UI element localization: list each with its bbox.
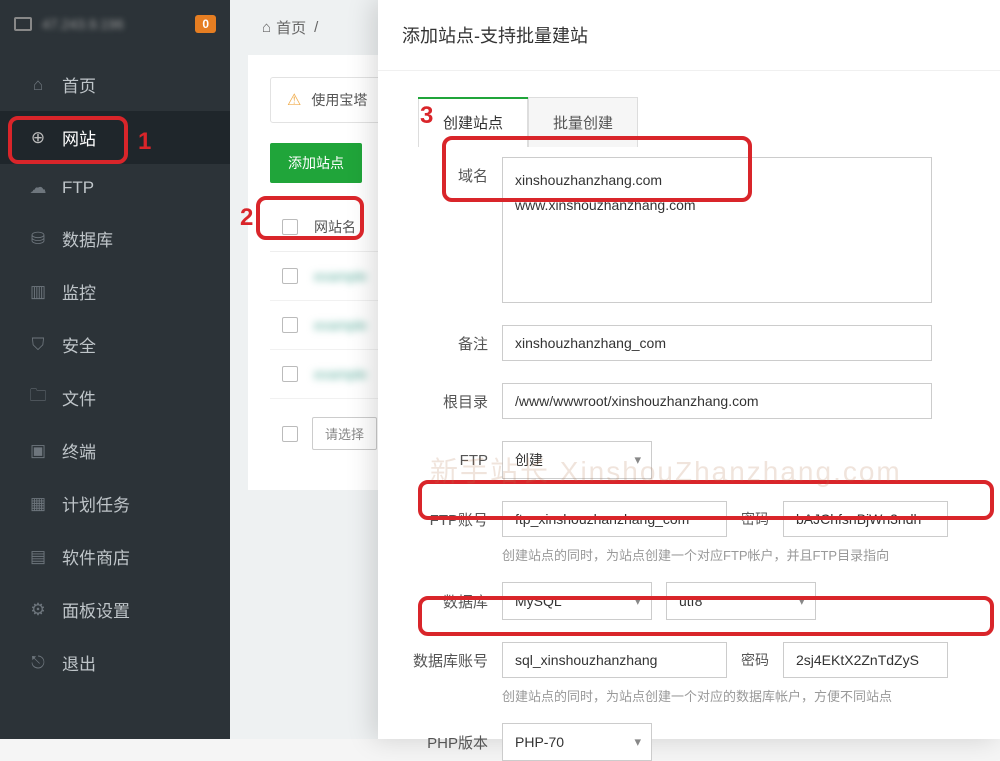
row-db-account: 数据库账号 密码 (378, 642, 980, 678)
blurred-text: example (314, 317, 367, 333)
nav-label: 面板设置 (62, 597, 130, 622)
add-site-modal: 添加站点-支持批量建站 创建站点 批量创建 域名 备注 根目录 FTP 创建 F… (378, 0, 1000, 739)
nav-label: 退出 (62, 650, 96, 675)
ftp-hint: 创建站点的同时，为站点创建一个对应FTP帐户，并且FTP目录指向 (502, 545, 980, 564)
terminal-icon: ▣ (28, 441, 48, 461)
exit-icon: ⎋ (28, 653, 48, 673)
site-form: 域名 备注 根目录 FTP 创建 FTP账号 密码 创建站点的同时，为站点创建一… (378, 147, 1000, 761)
nav-label: 计划任务 (62, 491, 130, 516)
blurred-text: example (314, 366, 367, 382)
folder-icon: 🗀 (28, 388, 48, 408)
database-icon: ⛁ (28, 229, 48, 249)
monitor-icon (14, 17, 32, 31)
row-checkbox[interactable] (282, 366, 298, 382)
row-ftp-account: FTP账号 密码 (378, 501, 980, 537)
annotation-number-1: 1 (138, 128, 151, 156)
db-hint: 创建站点的同时，为站点创建一个对应的数据库帐户，方便不同站点 (502, 686, 980, 705)
db-charset-select[interactable]: utf8 (666, 582, 816, 620)
label-php: PHP版本 (378, 732, 488, 753)
nav-label: 网站 (62, 125, 96, 150)
label-root: 根目录 (378, 391, 488, 412)
annotation-number-2: 2 (240, 204, 253, 232)
label-db-account: 数据库账号 (378, 650, 488, 671)
add-site-button[interactable]: 添加站点 (270, 143, 362, 183)
row-domain: 域名 (378, 157, 980, 303)
ftp-select[interactable]: 创建 (502, 441, 652, 479)
modal-title: 添加站点-支持批量建站 (378, 0, 1000, 71)
sidebar-item-software[interactable]: ▤ 软件商店 (0, 530, 230, 583)
home-icon: ⌂ (28, 75, 48, 95)
row-database: 数据库 MySQL utf8 (378, 582, 980, 620)
row-php: PHP版本 PHP-70 (378, 723, 980, 761)
calendar-icon: ▦ (28, 494, 48, 514)
php-version-select[interactable]: PHP-70 (502, 723, 652, 761)
modal-tabs: 创建站点 批量创建 (418, 97, 1000, 147)
breadcrumb-home[interactable]: ⌂首页 (262, 17, 306, 38)
tab-create-site[interactable]: 创建站点 (418, 97, 528, 147)
batch-action-select[interactable]: 请选择 (312, 417, 377, 450)
root-input[interactable] (502, 383, 932, 419)
sidebar-item-terminal[interactable]: ▣ 终端 (0, 424, 230, 477)
blurred-text: example (314, 268, 367, 284)
sidebar-item-ftp[interactable]: ☁ FTP (0, 164, 230, 212)
nav-label: 数据库 (62, 226, 113, 251)
sidebar-item-files[interactable]: 🗀 文件 (0, 371, 230, 424)
label-ftp: FTP (378, 452, 488, 469)
sidebar-item-settings[interactable]: ⚙ 面板设置 (0, 583, 230, 636)
sidebar-item-database[interactable]: ⛁ 数据库 (0, 212, 230, 265)
row-note: 备注 (378, 325, 980, 361)
server-ip: 47.243.9.196 (42, 16, 124, 32)
warning-text: 使用宝塔 (311, 90, 367, 110)
label-ftp-password: 密码 (741, 509, 769, 529)
ftp-pass-input[interactable] (783, 501, 948, 537)
sidebar-item-security[interactable]: ⛉ 安全 (0, 318, 230, 371)
label-note: 备注 (378, 333, 488, 354)
col-sitename: 网站名 (314, 217, 356, 237)
home-icon: ⌂ (262, 19, 271, 36)
nav-label: 文件 (62, 385, 96, 410)
cloud-icon: ☁ (28, 178, 48, 198)
chart-icon: ▥ (28, 282, 48, 302)
select-all-checkbox[interactable] (282, 219, 298, 235)
row-ftp: FTP 创建 (378, 441, 980, 479)
label-db-password: 密码 (741, 650, 769, 670)
sidebar-item-cron[interactable]: ▦ 计划任务 (0, 477, 230, 530)
sidebar-header: 47.243.9.196 0 (0, 0, 230, 48)
nav-list: ⌂首页 ⊕网站 ☁FTP ⛁数据库 ▥监控 ⛉安全 🗀文件 ▣终端 ▦计划任务 … (0, 48, 230, 689)
nav-label: FTP (62, 178, 94, 198)
globe-icon: ⊕ (28, 128, 48, 148)
sidebar: 47.243.9.196 0 ⌂ 首页 ⊕ 网站 ☁ FTP ⛁ 数据库 ▥ 监控 ⛉ 安全… (0, 0, 230, 739)
annotation-number-3: 3 (420, 102, 433, 130)
tab-batch-create[interactable]: 批量创建 (528, 97, 638, 147)
nav-label: 监控 (62, 279, 96, 304)
label-database: 数据库 (378, 591, 488, 612)
breadcrumb-sep: / (314, 19, 318, 36)
label-domain: 域名 (378, 157, 488, 186)
row-root: 根目录 (378, 383, 980, 419)
grid-icon: ▤ (28, 547, 48, 567)
nav-label: 终端 (62, 438, 96, 463)
sidebar-item-home[interactable]: ⌂ 首页 (0, 58, 230, 111)
row-checkbox[interactable] (282, 317, 298, 333)
warning-icon: ⚠ (287, 90, 301, 110)
db-user-input[interactable] (502, 642, 727, 678)
checkbox[interactable] (282, 426, 298, 442)
label-ftp-account: FTP账号 (378, 509, 488, 530)
sidebar-item-website[interactable]: ⊕ 网站 (0, 111, 230, 164)
gear-icon: ⚙ (28, 600, 48, 620)
notification-badge[interactable]: 0 (195, 15, 216, 33)
sidebar-item-logout[interactable]: ⎋ 退出 (0, 636, 230, 689)
db-pass-input[interactable] (783, 642, 948, 678)
shield-icon: ⛉ (28, 335, 48, 355)
nav-label: 安全 (62, 332, 96, 357)
row-checkbox[interactable] (282, 268, 298, 284)
nav-label: 首页 (62, 72, 96, 97)
nav-label: 软件商店 (62, 544, 130, 569)
sidebar-item-monitor[interactable]: ▥ 监控 (0, 265, 230, 318)
domain-textarea[interactable] (502, 157, 932, 303)
db-type-select[interactable]: MySQL (502, 582, 652, 620)
ftp-user-input[interactable] (502, 501, 727, 537)
note-input[interactable] (502, 325, 932, 361)
